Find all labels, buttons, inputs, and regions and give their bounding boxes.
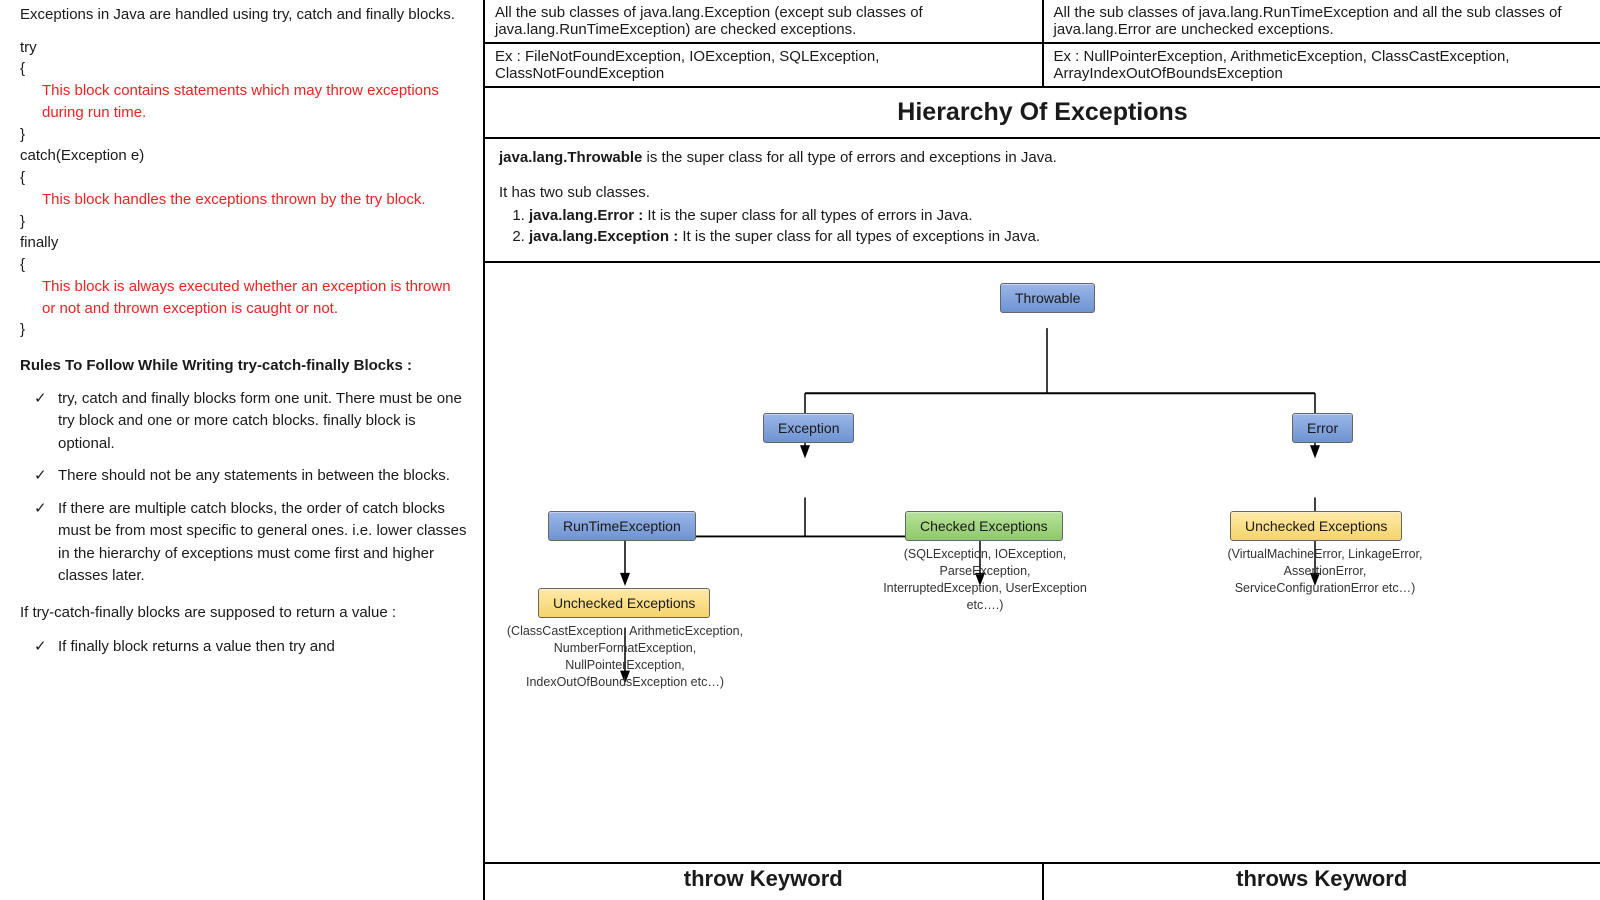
caption-checked: (SQLException, IOException, ParseExcepti… [880,546,1090,614]
brace-open: { [20,58,469,80]
brace-close: } [20,124,469,146]
right-column: All the sub classes of java.lang.Excepti… [485,0,1600,900]
intro-text: Exceptions in Java are handled using try… [20,4,469,27]
throwable-classname: java.lang.Throwable [499,149,642,166]
hierarchy-diagram: Throwable Exception Error RunTimeExcepti… [485,263,1600,864]
kw-try: try [20,37,469,59]
return-note: If finally block returns a value then tr… [20,636,469,659]
node-error: Error [1292,413,1353,443]
footer-headings: throw Keyword throws Keyword [485,864,1600,900]
exception-classname: java.lang.Exception : [529,228,682,245]
throw-heading: throw Keyword [485,864,1044,900]
caption-error: (VirtualMachineError, LinkageError, Asse… [1220,546,1430,597]
kw-catch: catch(Exception e) [20,145,469,167]
left-column: Exceptions in Java are handled using try… [0,0,485,900]
node-exception: Exception [763,413,854,443]
hierarchy-item: java.lang.Error : It is the super class … [529,207,1586,224]
rule-item: If there are multiple catch blocks, the … [20,498,469,588]
brace-close: } [20,211,469,233]
rule-item: There should not be any statements in be… [20,465,469,488]
node-unchecked-error: Unchecked Exceptions [1230,511,1402,541]
checked-vs-unchecked-table: All the sub classes of java.lang.Excepti… [485,0,1600,88]
error-classname: java.lang.Error : [529,207,647,224]
kw-finally: finally [20,232,469,254]
throwable-desc: is the super class for all type of error… [647,149,1057,166]
catch-comment: This block handles the exceptions thrown… [20,189,462,211]
finally-comment: This block is always executed whether an… [20,276,462,320]
subclasses-note: It has two sub classes. [499,184,1586,201]
node-checked-exceptions: Checked Exceptions [905,511,1063,541]
node-throwable: Throwable [1000,283,1095,313]
return-list: If finally block returns a value then tr… [20,636,469,659]
table-cell: Ex : NullPointerException, ArithmeticExc… [1044,42,1600,86]
hierarchy-title: Hierarchy Of Exceptions [485,88,1600,139]
exception-desc: It is the super class for all types of e… [682,228,1040,245]
return-heading: If try-catch-finally blocks are supposed… [20,602,469,625]
hierarchy-intro: java.lang.Throwable is the super class f… [485,139,1600,263]
error-desc: It is the super class for all types of e… [647,207,972,224]
hierarchy-item: java.lang.Exception : It is the super cl… [529,228,1586,245]
rule-item: try, catch and finally blocks form one u… [20,388,469,456]
node-unchecked-runtime: Unchecked Exceptions [538,588,710,618]
throws-heading: throws Keyword [1044,864,1600,900]
table-cell: All the sub classes of java.lang.RunTime… [1044,0,1600,42]
try-comment: This block contains statements which may… [20,80,462,124]
document-page: Exceptions in Java are handled using try… [0,0,1600,900]
rules-heading: Rules To Follow While Writing try-catch-… [20,355,469,378]
node-runtimeexception: RunTimeException [548,511,696,541]
brace-close: } [20,319,469,341]
table-cell: Ex : FileNotFoundException, IOException,… [485,42,1044,86]
brace-open: { [20,254,469,276]
brace-open: { [20,167,469,189]
rules-list: try, catch and finally blocks form one u… [20,388,469,588]
caption-runtime: (ClassCastException, ArithmeticException… [500,623,750,691]
table-cell: All the sub classes of java.lang.Excepti… [485,0,1044,42]
code-sample: try { This block contains statements whi… [20,37,469,342]
